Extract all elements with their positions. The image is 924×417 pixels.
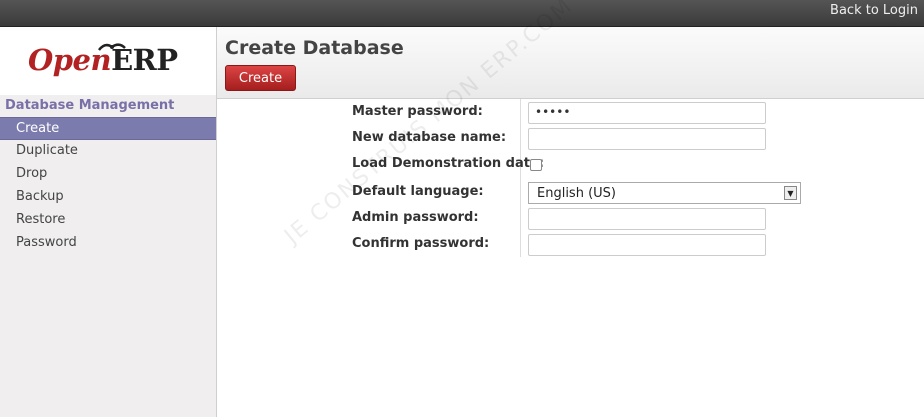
- default-language-value: English (US): [537, 186, 616, 201]
- new-database-name-input[interactable]: [528, 128, 766, 150]
- sidebar-item-restore[interactable]: Restore: [0, 209, 216, 232]
- load-demo-data-label: Load Demonstration data:: [352, 156, 544, 171]
- default-language-select[interactable]: English (US) ▼: [528, 182, 801, 204]
- sidebar: OpenERP Database Management Create Dupli…: [0, 27, 217, 417]
- top-bar: Back to Login: [0, 0, 924, 27]
- sidebar-item-password[interactable]: Password: [0, 232, 216, 255]
- master-password-input[interactable]: •••••: [528, 102, 766, 124]
- load-demo-data-checkbox[interactable]: [530, 159, 542, 171]
- sidebar-item-drop[interactable]: Drop: [0, 163, 216, 186]
- openerp-logo: OpenERP: [0, 27, 216, 95]
- sidebar-item-create[interactable]: Create: [0, 117, 216, 140]
- sidebar-nav: Create Duplicate Drop Backup Restore Pas…: [0, 117, 216, 255]
- page-header: Create Database Create: [217, 27, 924, 99]
- sidebar-item-duplicate[interactable]: Duplicate: [0, 140, 216, 163]
- page-title: Create Database: [225, 37, 404, 59]
- admin-password-label: Admin password:: [352, 210, 479, 225]
- default-language-label: Default language:: [352, 184, 484, 199]
- ant-icon: [98, 43, 126, 51]
- admin-password-input[interactable]: [528, 208, 766, 230]
- section-title-database-management: Database Management: [5, 98, 175, 113]
- confirm-password-label: Confirm password:: [352, 236, 490, 251]
- sidebar-item-backup[interactable]: Backup: [0, 186, 216, 209]
- confirm-password-input[interactable]: [528, 234, 766, 256]
- form-divider: [520, 99, 521, 257]
- back-to-login-link[interactable]: Back to Login: [830, 3, 918, 18]
- chevron-down-icon: ▼: [784, 186, 797, 200]
- create-button[interactable]: Create: [225, 65, 296, 91]
- master-password-label: Master password:: [352, 104, 483, 119]
- new-database-name-label: New database name:: [352, 130, 507, 145]
